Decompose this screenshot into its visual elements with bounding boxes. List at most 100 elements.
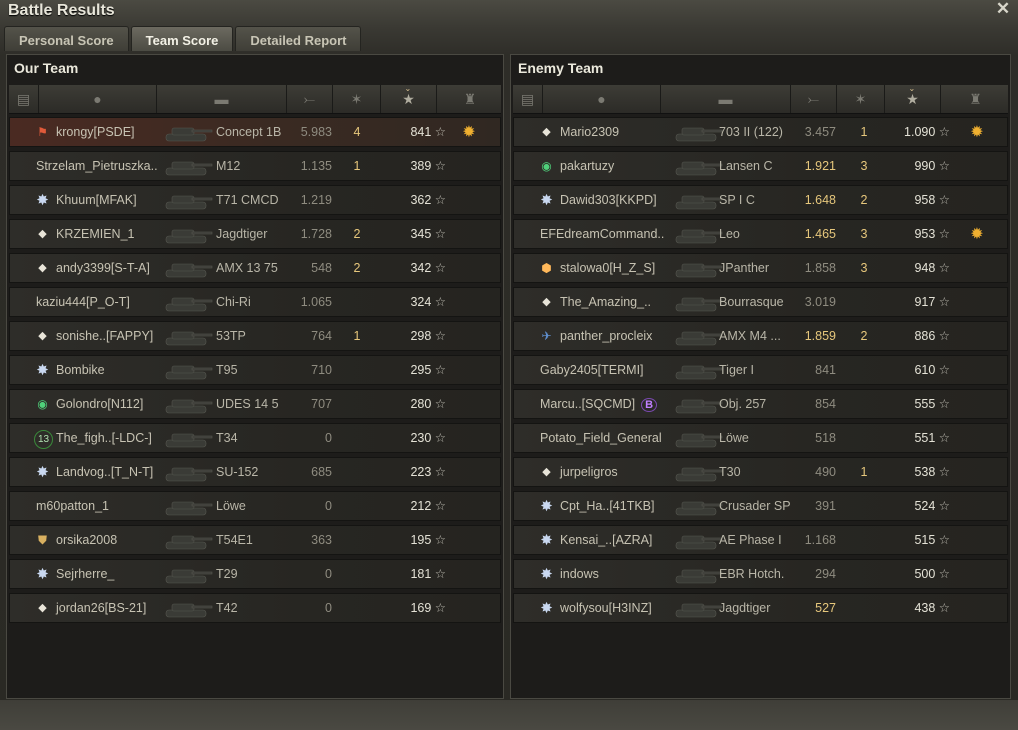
tank-icon: [670, 529, 726, 553]
player-row[interactable]: ◆ The_Amazing_.. Bourrasque 3.019 917 ☆: [513, 287, 1008, 317]
player-row[interactable]: Gaby2405[TERMI] Tiger I 841 610 ☆: [513, 355, 1008, 385]
medal-icon[interactable]: ✹: [966, 224, 988, 246]
player-row[interactable]: kaziu444[P_O-T] Chi-Ri 1.065 324 ☆: [9, 287, 501, 317]
tank-name: Chi-Ri: [216, 295, 251, 309]
xp-value: 298 ☆: [410, 329, 446, 343]
player-row[interactable]: ◉ pakartuzy Lansen C 1.921 3 990 ☆: [513, 151, 1008, 181]
player-row[interactable]: EFEdreamCommand.. Leo 1.465 3 953 ☆ ✹: [513, 219, 1008, 249]
tank-icon: [160, 291, 216, 315]
squad-column-icon[interactable]: ▤: [513, 85, 543, 113]
tank-column-icon[interactable]: ▬: [157, 85, 287, 113]
medal-column-icon[interactable]: ♜: [941, 85, 1010, 113]
tank-icon: [160, 325, 216, 349]
medal-icon[interactable]: ✹: [966, 122, 988, 144]
damage-value: 1.921: [804, 159, 836, 173]
star-badge-icon: ✸: [540, 566, 553, 583]
player-row[interactable]: ✸ Cpt_Ha..[41TKB] Crusader SP 391 524 ☆: [513, 491, 1008, 521]
player-row[interactable]: ✸ indows EBR Hotch. 294 500 ☆: [513, 559, 1008, 589]
tab-personal-score[interactable]: Personal Score: [4, 26, 129, 51]
xp-star-icon: ☆: [434, 363, 446, 377]
damage-value: 1.065: [300, 295, 332, 309]
player-column-icon[interactable]: ●: [543, 85, 661, 113]
xp-star-icon: ☆: [434, 499, 446, 513]
player-row[interactable]: ✸ Khuum[MFAK] T71 CMCD 1.219 362 ☆: [9, 185, 501, 215]
player-row[interactable]: ◆ jordan26[BS-21] T42 0 169 ☆: [9, 593, 501, 623]
tank-name: Obj. 257: [719, 397, 767, 411]
tank-icon: [670, 427, 726, 451]
player-column-icon[interactable]: ●: [39, 85, 157, 113]
squad-column-icon[interactable]: ▤: [9, 85, 39, 113]
player-name: jordan26[BS-21]: [56, 601, 147, 615]
xp-star-icon: ☆: [938, 601, 950, 615]
tank-name: T34: [216, 431, 238, 445]
damage-value: 685: [311, 465, 332, 479]
xp-column-icon[interactable]: ★ ⌄: [885, 84, 941, 113]
diamond-badge-icon: ◆: [542, 126, 551, 138]
tank-icon: [160, 359, 216, 383]
kills-column-icon[interactable]: ✶: [837, 85, 885, 113]
player-name: The_Amazing_..: [560, 295, 652, 309]
tank-icon: [670, 325, 726, 349]
tank-icon: [160, 427, 216, 451]
player-row[interactable]: 13 The_figh..[-LDC-] T34 0 230 ☆: [9, 423, 501, 453]
player-name: panther_procleix: [560, 329, 653, 343]
player-row[interactable]: Marcu..[SQCMD] B Obj. 257 854 555 ☆: [513, 389, 1008, 419]
enemy-team-list: ◆ Mario2309 703 II (122) 3.457 1 1.090 ☆ ✹ ◉ pak…: [513, 117, 1008, 627]
player-row[interactable]: ✸ Dawid303[KKPD] SP I C 1.648 2 958 ☆: [513, 185, 1008, 215]
damage-value: 518: [815, 431, 836, 445]
player-row[interactable]: ✸ Landvog..[T_N-T] SU-152 685 223 ☆: [9, 457, 501, 487]
player-name: The_figh..[-LDC-]: [56, 431, 152, 445]
tank-icon: [160, 121, 216, 145]
player-name: Strzelam_Pietruszka..: [36, 159, 158, 173]
medal-column-icon[interactable]: ♜: [437, 85, 503, 113]
tank-name: EBR Hotch.: [719, 567, 785, 581]
xp-star-icon: ☆: [938, 431, 950, 445]
player-row[interactable]: ◆ KRZEMIEN_1 Jagdtiger 1.728 2 345 ☆: [9, 219, 501, 249]
player-row[interactable]: m60patton_1 Löwe 0 212 ☆: [9, 491, 501, 521]
player-name: Khuum[MFAK]: [56, 193, 137, 207]
player-row[interactable]: ✈ panther_procleix AMX M4 ... 1.859 2 886 ☆: [513, 321, 1008, 351]
kills-column-icon[interactable]: ✶: [333, 85, 381, 113]
xp-star-icon: ☆: [938, 329, 950, 343]
xp-value: 345 ☆: [410, 227, 446, 241]
medal-icon[interactable]: ✹: [458, 122, 480, 144]
player-row[interactable]: ✸ Kensai_..[AZRA] AE Phase I 1.168 515 ☆: [513, 525, 1008, 555]
damage-column-icon[interactable]: ⤚: [791, 85, 837, 113]
tank-name: Leo: [719, 227, 740, 241]
player-row[interactable]: ◆ jurpeligros T30 490 1 538 ☆: [513, 457, 1008, 487]
player-row[interactable]: ◉ Golondro[N112] UDES 14 5 707 280 ☆: [9, 389, 501, 419]
player-row[interactable]: ◆ Mario2309 703 II (122) 3.457 1 1.090 ☆ ✹: [513, 117, 1008, 147]
tab-team-score[interactable]: Team Score: [130, 26, 234, 51]
tab-detailed-report[interactable]: Detailed Report: [235, 26, 362, 51]
xp-value: 551 ☆: [914, 431, 950, 445]
kills-value: 1: [860, 125, 868, 139]
player-row[interactable]: ◆ sonishe..[FAPPY] 53TP 764 1 298 ☆: [9, 321, 501, 351]
tank-icon: [670, 359, 726, 383]
tank-icon: [670, 495, 726, 519]
tank-name: Lansen C: [719, 159, 773, 173]
kills-value: 1: [860, 465, 868, 479]
player-row[interactable]: Strzelam_Pietruszka.. M12 1.135 1 389 ☆: [9, 151, 501, 181]
player-row[interactable]: ✸ Sejrherre_ T29 0 181 ☆: [9, 559, 501, 589]
player-row[interactable]: ✸ Bombike T95 710 295 ☆: [9, 355, 501, 385]
player-row[interactable]: ✸ wolfysou[H3INZ] Jagdtiger 527 438 ☆: [513, 593, 1008, 623]
damage-column-icon[interactable]: ⤚: [287, 85, 333, 113]
xp-value: 195 ☆: [410, 533, 446, 547]
player-row[interactable]: Potato_Field_General Löwe 518 551 ☆: [513, 423, 1008, 453]
tank-column-icon[interactable]: ▬: [661, 85, 791, 113]
xp-star-icon: ☆: [938, 159, 950, 173]
damage-value: 0: [325, 499, 332, 513]
close-icon[interactable]: ✕: [994, 0, 1012, 18]
xp-column-icon[interactable]: ★ ⌄: [381, 84, 437, 113]
xp-star-icon: ☆: [434, 601, 446, 615]
player-row[interactable]: ⬢ stalowa0[H_Z_S] JPanther 1.858 3 948 ☆: [513, 253, 1008, 283]
tank-name: Löwe: [719, 431, 749, 445]
xp-value: 953 ☆: [914, 227, 950, 241]
tank-name: Crusader SP: [719, 499, 791, 513]
player-row[interactable]: ⚑ krongy[PSDE] Concept 1B 5.983 4 841 ☆ ✹: [9, 117, 501, 147]
kills-value: 2: [353, 261, 361, 275]
player-name: Bombike: [56, 363, 105, 377]
star-badge-icon: ✸: [36, 464, 49, 481]
player-row[interactable]: ⛊ orsika2008 T54E1 363 195 ☆: [9, 525, 501, 555]
player-row[interactable]: ◆ andy3399[S-T-A] AMX 13 75 548 2 342 ☆: [9, 253, 501, 283]
